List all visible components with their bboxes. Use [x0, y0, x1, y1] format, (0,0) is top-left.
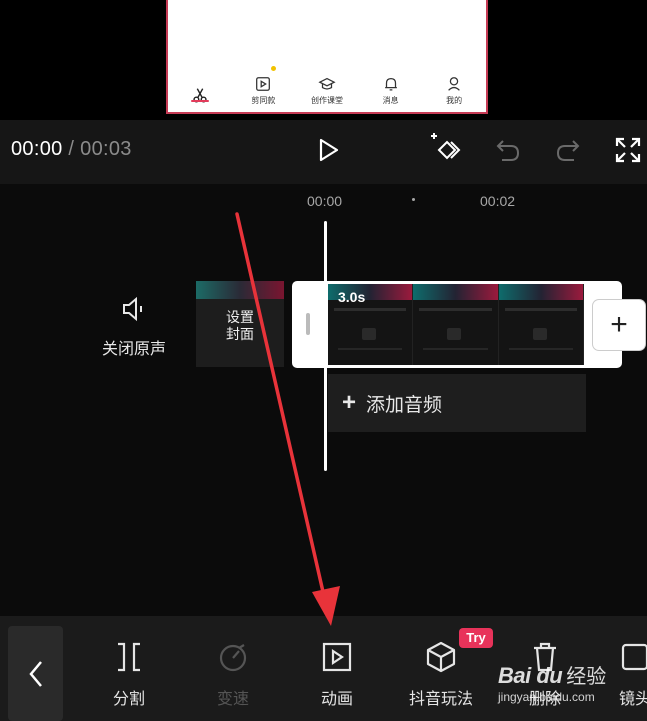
try-badge: Try: [459, 628, 493, 648]
animation-button[interactable]: 动画: [297, 640, 377, 709]
ruler-label: 00:00: [307, 193, 343, 209]
active-tab-indicator: [190, 100, 209, 102]
cube-icon: [426, 641, 456, 673]
play-icon: [319, 138, 339, 162]
animation-icon: [322, 642, 352, 672]
clip-frame: [498, 284, 584, 365]
lens-icon: [621, 643, 647, 671]
cover-thumbnail: [196, 281, 284, 299]
cover-label: 设置 封面: [226, 309, 254, 342]
clip-trim-handle[interactable]: [306, 313, 310, 335]
keyframe-add-icon: [431, 133, 461, 160]
timeline-area[interactable]: 00:00 00:02 关闭原声 设置 封面 3.0s + + 添加音频: [0, 184, 647, 616]
split-button[interactable]: 分割: [89, 640, 169, 709]
preview-nav-label: 我的: [446, 96, 463, 105]
redo-button[interactable]: [550, 132, 586, 168]
preview-nav-template: 剪同款: [232, 62, 296, 112]
video-preview[interactable]: 剪同款 创作课堂 消息 我的: [0, 0, 647, 120]
keyframe-button[interactable]: [427, 132, 463, 168]
ruler-tick: [412, 198, 415, 201]
preview-nav-label: 剪同款: [251, 96, 276, 105]
preview-nav-label: 创作课堂: [310, 96, 343, 105]
template-icon: [256, 77, 271, 91]
graduation-cap-icon: [318, 77, 336, 90]
speed-button[interactable]: 变速: [193, 640, 273, 709]
split-label: 分割: [112, 691, 145, 708]
play-button[interactable]: [310, 132, 346, 168]
redo-icon: [556, 140, 580, 161]
watermark-suffix: 经验: [566, 666, 607, 688]
clip-frame: [413, 284, 499, 365]
animation-label: 动画: [320, 691, 353, 708]
preview-nav-profile: 我的: [422, 62, 486, 112]
ruler-label: 00:02: [480, 193, 516, 209]
fullscreen-button[interactable]: [610, 132, 646, 168]
set-cover-button[interactable]: 设置 封面: [196, 281, 284, 367]
preview-nav-edit: [168, 62, 232, 112]
plus-icon: +: [342, 389, 357, 416]
lens-button[interactable]: 镜头: [605, 640, 647, 709]
time-separator: /: [62, 138, 81, 160]
undo-icon: [496, 140, 520, 161]
preview-frame: 剪同款 创作课堂 消息 我的: [166, 0, 488, 114]
playhead[interactable]: [324, 221, 327, 471]
preview-bottom-nav: 剪同款 创作课堂 消息 我的: [168, 62, 486, 112]
total-time: 00:03: [80, 138, 132, 160]
bell-icon: [384, 77, 397, 91]
clip-frames: [328, 284, 584, 365]
current-time: 00:00: [11, 138, 63, 160]
baidu-watermark: Bai du 经验 jingyan.baidu.com: [498, 660, 607, 704]
video-clip[interactable]: 3.0s: [292, 281, 622, 368]
add-audio-button[interactable]: + 添加音频: [328, 374, 586, 432]
mute-original-audio-button[interactable]: 关闭原声: [96, 296, 172, 359]
watermark-url: jingyan.baidu.com: [498, 690, 595, 704]
back-button[interactable]: [8, 626, 63, 721]
chevron-left-icon: [28, 660, 42, 687]
mute-label: 关闭原声: [101, 341, 166, 358]
preview-nav-school: 创作课堂: [295, 62, 359, 112]
add-audio-label: 添加音频: [366, 394, 443, 416]
time-display: 00:00 / 00:03: [11, 138, 132, 161]
clip-duration: 3.0s: [338, 289, 366, 305]
notification-dot: [271, 66, 277, 71]
add-clip-button[interactable]: +: [593, 300, 645, 350]
douyin-effects-button[interactable]: 抖音玩法: [401, 640, 481, 709]
speaker-mute-icon: [123, 296, 142, 322]
user-icon: [448, 77, 461, 91]
playback-controls: 00:00 / 00:03: [0, 120, 647, 184]
preview-nav-message: 消息: [359, 62, 423, 112]
speed-icon: [219, 644, 247, 672]
douyin-effects-label: 抖音玩法: [408, 691, 473, 708]
preview-nav-label: 消息: [382, 96, 399, 105]
lens-label: 镜头: [618, 691, 647, 708]
fullscreen-icon: [615, 137, 641, 163]
split-icon: [118, 642, 140, 672]
undo-button[interactable]: [490, 132, 526, 168]
speed-label: 变速: [216, 691, 249, 708]
baidu-logo: Bai du: [498, 663, 563, 688]
